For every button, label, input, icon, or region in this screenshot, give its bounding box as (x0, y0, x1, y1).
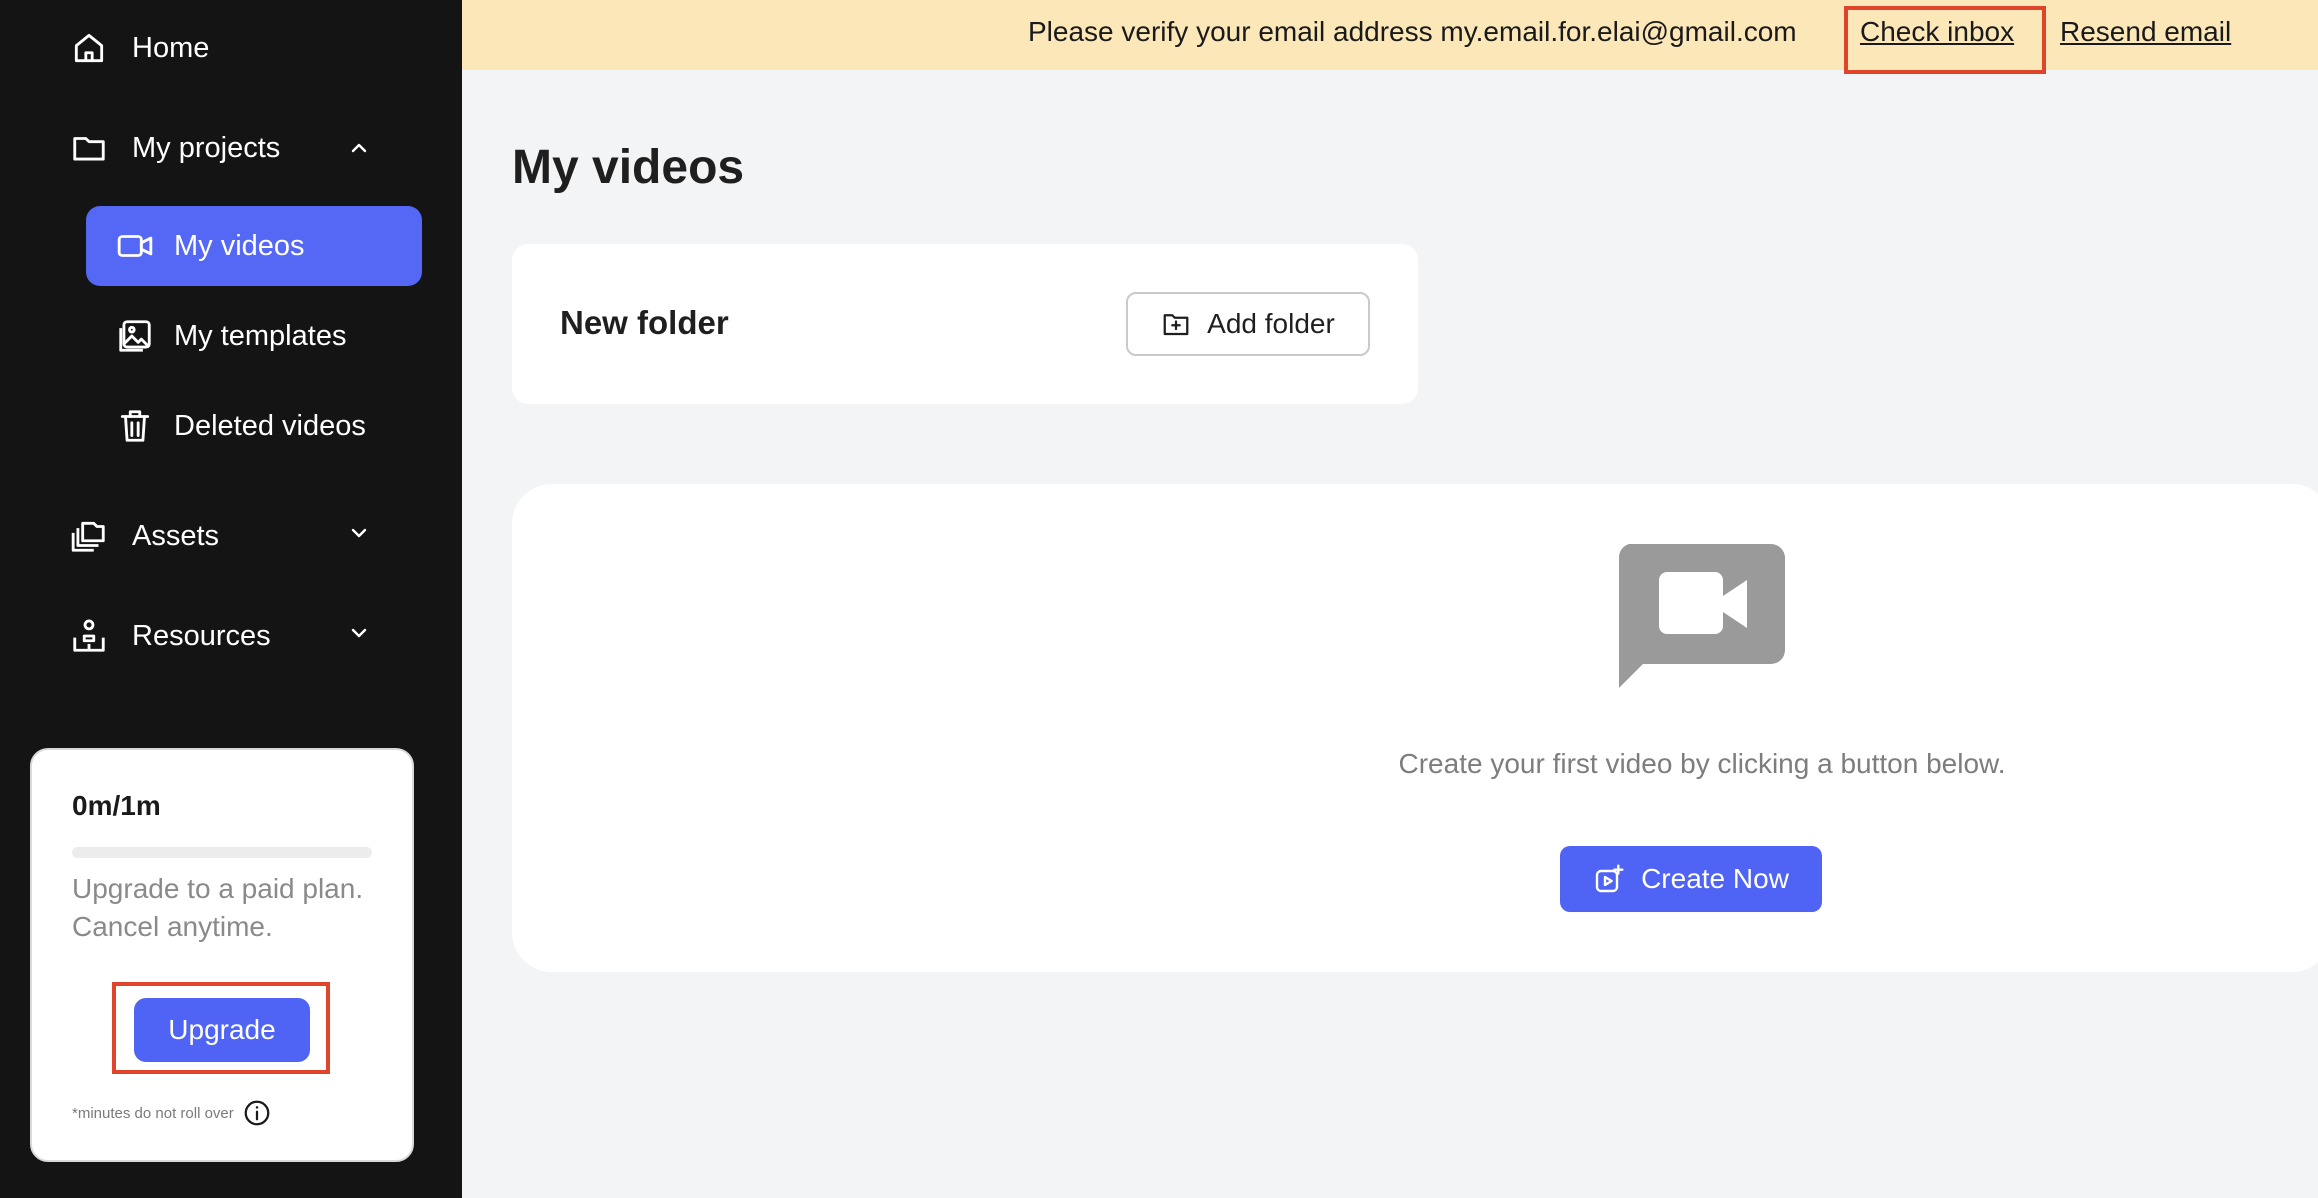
folder-card: New folder Add folder (512, 244, 1418, 404)
usage-progress-bar (72, 847, 372, 858)
video-camera-icon (116, 227, 154, 265)
chevron-up-icon[interactable] (344, 133, 374, 163)
check-inbox-link[interactable]: Check inbox (1860, 16, 2014, 48)
usage-description: Upgrade to a paid plan. Cancel anytime. (72, 873, 364, 942)
nav-resources[interactable]: Resources (70, 606, 271, 666)
folder-title: New folder (560, 304, 729, 341)
upgrade-button[interactable]: Upgrade (134, 998, 310, 1062)
banner-message: Please verify your email address my.emai… (1028, 16, 1797, 47)
usage-card: 0m/1m Upgrade to a paid plan. Cancel any… (30, 748, 414, 1162)
assets-icon (70, 517, 108, 555)
sidebar-item-deleted-videos-label: Deleted videos (174, 409, 366, 442)
nav-home-label: Home (132, 31, 210, 64)
video-add-icon (1595, 864, 1624, 893)
nav-assets-label: Assets (132, 519, 220, 552)
folder-icon (70, 129, 108, 167)
chevron-down-icon[interactable] (344, 518, 374, 548)
create-now-button[interactable]: Create Now (1560, 846, 1822, 912)
sidebar-item-my-videos-label: My videos (174, 229, 305, 262)
add-folder-button[interactable]: Add folder (1126, 292, 1370, 356)
video-chat-icon (1618, 544, 1785, 688)
templates-icon (116, 317, 154, 355)
home-icon (70, 29, 108, 67)
nav-assets[interactable]: Assets (70, 506, 219, 566)
usage-note: *minutes do not roll over (72, 1098, 272, 1128)
nav-resources-label: Resources (132, 619, 271, 652)
empty-state-card: Create your first video by clicking a bu… (512, 484, 2318, 972)
add-folder-label: Add folder (1207, 308, 1335, 339)
empty-state-message: Create your first video by clicking a bu… (512, 748, 2318, 780)
page-title: My videos (512, 141, 745, 194)
sidebar-item-my-videos[interactable]: My videos (86, 206, 422, 286)
resources-icon (70, 617, 108, 655)
usage-minutes: 0m/1m (72, 790, 161, 821)
info-icon[interactable] (242, 1098, 272, 1128)
chevron-down-icon[interactable] (344, 618, 374, 648)
nav-home[interactable]: Home (70, 18, 209, 78)
sidebar-item-my-templates[interactable]: My templates (86, 296, 422, 376)
sidebar-item-my-templates-label: My templates (174, 319, 347, 352)
nav-my-projects-label: My projects (132, 131, 281, 164)
sidebar: Home My projects My videos My templates … (0, 0, 462, 1198)
resend-email-link[interactable]: Resend email (2060, 16, 2231, 48)
sidebar-item-deleted-videos[interactable]: Deleted videos (86, 386, 422, 466)
empty-state-message-text: Create your first video by clicking a bu… (1398, 748, 2006, 779)
trash-icon (116, 407, 154, 445)
folder-plus-icon (1163, 314, 1189, 336)
nav-my-projects[interactable]: My projects (70, 118, 280, 178)
create-now-label: Create Now (1641, 863, 1789, 894)
verify-email-banner: Please verify your email address my.emai… (462, 0, 2318, 74)
usage-note-text: *minutes do not roll over (72, 1104, 234, 1122)
